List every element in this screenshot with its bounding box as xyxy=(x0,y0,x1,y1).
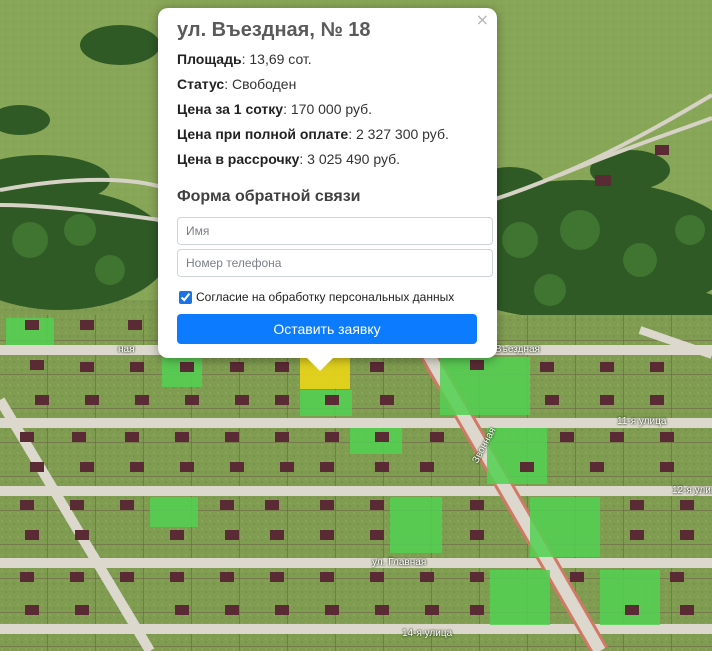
info-status: Статус: Свободен xyxy=(177,76,296,92)
consent-row[interactable]: Согласие на обработку персональных данны… xyxy=(179,290,454,304)
close-icon[interactable]: × xyxy=(476,10,489,29)
street-label-12: 12-я улица xyxy=(672,485,712,496)
street-label-14: 14-я улица xyxy=(402,628,453,639)
info-installment-price-value: : 3 025 490 руб. xyxy=(299,151,401,167)
info-price-per-sotka: Цена за 1 сотку: 170 000 руб. xyxy=(177,101,372,117)
info-full-price: Цена при полной оплате: 2 327 300 руб. xyxy=(177,126,449,142)
consent-checkbox[interactable] xyxy=(179,290,192,304)
info-installment-price-label: Цена в рассрочку xyxy=(177,151,300,167)
info-area-value: : 13,69 сот. xyxy=(241,51,312,67)
name-input[interactable] xyxy=(177,217,493,245)
info-price-per-sotka-label: Цена за 1 сотку xyxy=(177,101,284,117)
street-label-main: ул. Главная xyxy=(372,557,427,568)
popup-title: ул. Въездная, № 18 xyxy=(177,19,371,41)
info-full-price-value: : 2 327 300 руб. xyxy=(348,126,449,142)
info-status-value: : Свободен xyxy=(224,76,297,92)
info-installment-price: Цена в рассрочку: 3 025 490 руб. xyxy=(177,151,400,167)
consent-label: Согласие на обработку персональных данны… xyxy=(196,290,455,304)
info-status-label: Статус xyxy=(177,76,225,92)
info-area: Площадь: 13,69 сот. xyxy=(177,51,312,67)
info-price-per-sotka-value: : 170 000 руб. xyxy=(283,101,373,117)
plot-info-popup: × ул. Въездная, № 18 Площадь: 13,69 сот.… xyxy=(158,8,497,358)
phone-input[interactable] xyxy=(177,249,493,277)
info-full-price-label: Цена при полной оплате xyxy=(177,126,349,142)
info-area-label: Площадь xyxy=(177,51,242,67)
feedback-form-title: Форма обратной связи xyxy=(177,188,361,205)
street-label-entry: Въездная xyxy=(495,344,540,355)
street-label-entry-left: ная xyxy=(118,344,135,355)
submit-request-button[interactable]: Оставить заявку xyxy=(177,314,477,344)
popup-pointer xyxy=(306,357,334,371)
street-label-11: 11-я улица xyxy=(617,416,667,427)
